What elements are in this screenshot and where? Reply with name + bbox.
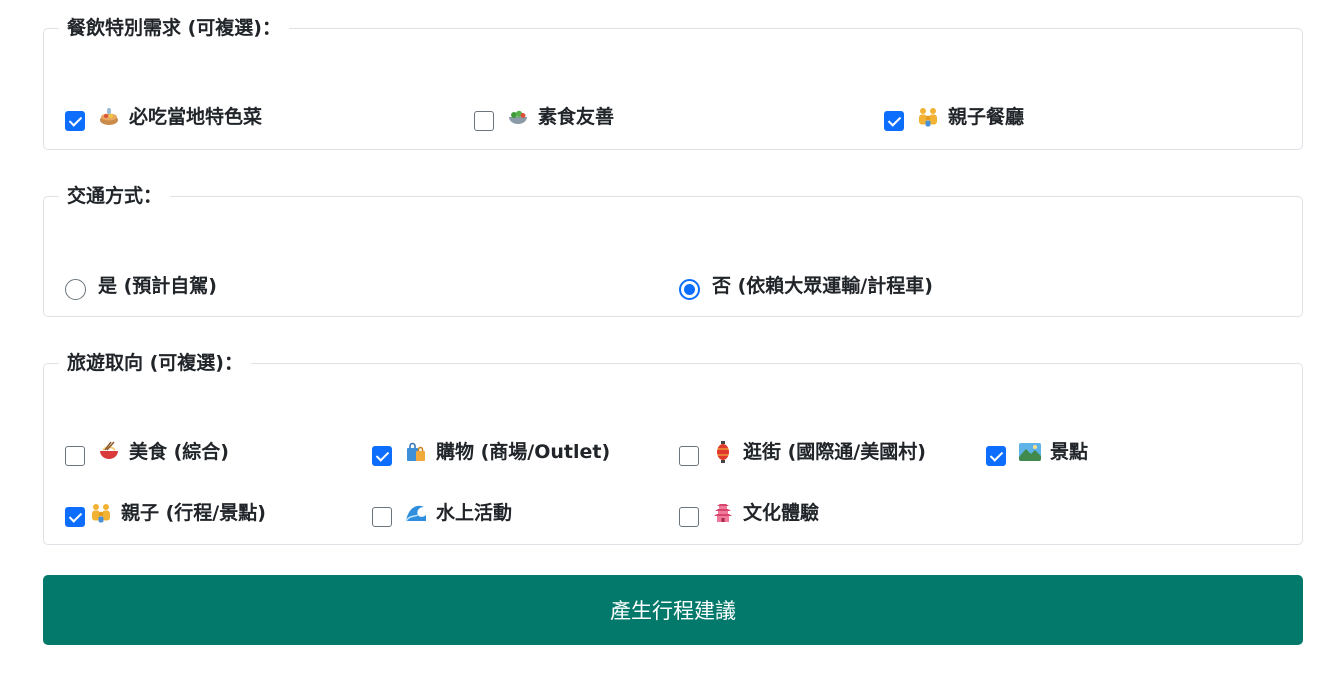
interest-water-activities-checkbox[interactable] bbox=[372, 507, 392, 527]
diet-family-restaurant-label: 親子餐廳 bbox=[948, 106, 1025, 128]
diet-option-family-restaurant[interactable]: 親子餐廳 bbox=[884, 103, 1024, 131]
interest-street-stroll-label: 逛街 (國際通/美國村) bbox=[743, 441, 926, 463]
interest-option-shopping[interactable]: 購物 (商場/Outlet) bbox=[372, 438, 610, 466]
interest-option-family[interactable]: 親子 (行程/景點) bbox=[65, 499, 266, 527]
transport-option-self-drive[interactable]: 是 (預計自駕) bbox=[65, 271, 217, 300]
transport-self-drive-radio[interactable] bbox=[65, 279, 86, 300]
family-icon bbox=[916, 105, 940, 129]
landscape-icon bbox=[1018, 440, 1042, 464]
interest-street-stroll-checkbox[interactable] bbox=[679, 446, 699, 466]
interest-fieldset: 旅遊取向 (可複選)： 美食 (綜合) 購物 (商場/Outlet) 逛街 (國… bbox=[43, 351, 1303, 545]
interest-shopping-checkbox[interactable] bbox=[372, 446, 392, 466]
interest-shopping-label: 購物 (商場/Outlet) bbox=[436, 441, 611, 463]
wave-icon bbox=[404, 501, 428, 525]
interest-legend: 旅遊取向 (可複選)： bbox=[67, 352, 243, 374]
salad-bowl-icon bbox=[506, 105, 530, 129]
interest-option-street-stroll[interactable]: 逛街 (國際通/美國村) bbox=[679, 438, 926, 466]
diet-legend: 餐飲特別需求 (可複選)： bbox=[67, 17, 281, 39]
interest-sights-label: 景點 bbox=[1050, 441, 1089, 463]
diet-option-local-dish[interactable]: 必吃當地特色菜 bbox=[65, 103, 262, 131]
interest-option-culture[interactable]: 文化體驗 bbox=[679, 499, 819, 527]
pagoda-icon bbox=[711, 501, 735, 525]
noodle-bowl-icon bbox=[97, 440, 121, 464]
diet-fieldset: 餐飲特別需求 (可複選)： 必吃當地特色菜 素食友善 親子餐廳 bbox=[43, 16, 1303, 150]
transport-self-drive-label: 是 (預計自駕) bbox=[98, 274, 217, 297]
interest-sights-checkbox[interactable] bbox=[986, 446, 1006, 466]
lantern-icon bbox=[711, 440, 735, 464]
shopping-bags-icon bbox=[404, 440, 428, 464]
interest-family-label: 親子 (行程/景點) bbox=[121, 502, 266, 524]
interest-water-activities-label: 水上活動 bbox=[436, 502, 513, 524]
family-icon bbox=[89, 501, 113, 525]
transport-option-public-transit[interactable]: 否 (依賴大眾運輸/計程車) bbox=[679, 271, 933, 300]
transport-legend: 交通方式： bbox=[67, 185, 163, 207]
diet-vegetarian-checkbox[interactable] bbox=[474, 111, 494, 131]
transport-fieldset: 交通方式： 是 (預計自駕) 否 (依賴大眾運輸/計程車) bbox=[43, 184, 1303, 317]
interest-option-water-activities[interactable]: 水上活動 bbox=[372, 499, 512, 527]
diet-option-vegetarian[interactable]: 素食友善 bbox=[474, 103, 614, 131]
diet-vegetarian-label: 素食友善 bbox=[538, 106, 615, 128]
diet-family-restaurant-checkbox[interactable] bbox=[884, 111, 904, 131]
interest-food-checkbox[interactable] bbox=[65, 446, 85, 466]
interest-option-sights[interactable]: 景點 bbox=[986, 438, 1088, 466]
interest-culture-label: 文化體驗 bbox=[743, 502, 820, 524]
interest-option-food[interactable]: 美食 (綜合) bbox=[65, 438, 229, 466]
transport-public-transit-label: 否 (依賴大眾運輸/計程車) bbox=[712, 274, 933, 297]
diet-local-dish-checkbox[interactable] bbox=[65, 111, 85, 131]
local-dish-icon bbox=[97, 105, 121, 129]
diet-local-dish-label: 必吃當地特色菜 bbox=[129, 106, 263, 128]
transport-public-transit-radio[interactable] bbox=[679, 279, 700, 300]
generate-itinerary-button[interactable]: 產生行程建議 bbox=[43, 575, 1303, 645]
interest-family-checkbox[interactable] bbox=[65, 507, 85, 527]
interest-food-label: 美食 (綜合) bbox=[129, 441, 229, 463]
interest-culture-checkbox[interactable] bbox=[679, 507, 699, 527]
